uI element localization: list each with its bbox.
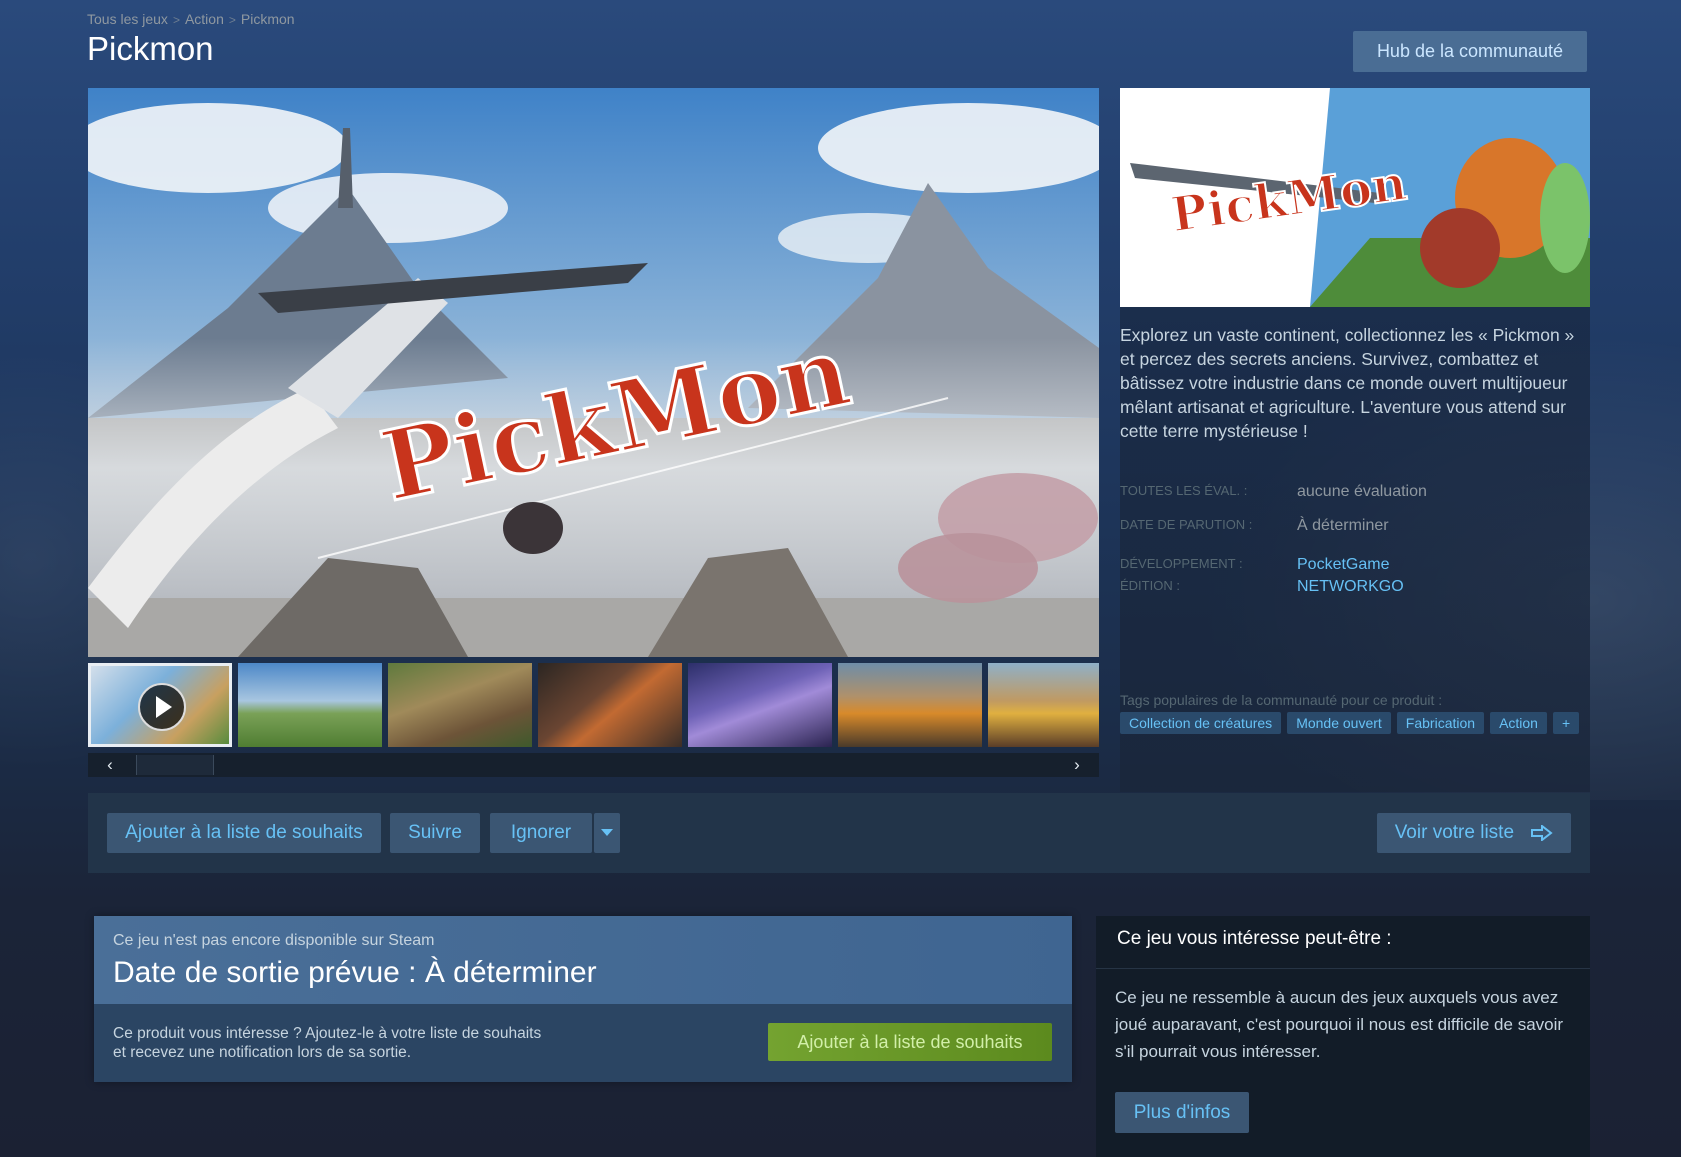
- thumbnail-strip: [88, 663, 1099, 747]
- publisher-label: ÉDITION :: [1120, 578, 1180, 593]
- thumbnail-4[interactable]: [538, 663, 682, 747]
- thumbnail-7[interactable]: [988, 663, 1099, 747]
- play-icon: [138, 683, 186, 731]
- developer-label: DÉVELOPPEMENT :: [1120, 556, 1243, 571]
- divider: [1096, 968, 1590, 969]
- recommendation-text: Ce jeu ne ressemble à aucun des jeux aux…: [1115, 988, 1564, 1061]
- thumbnail-5[interactable]: [688, 663, 832, 747]
- chevron-right-icon[interactable]: ›: [1055, 753, 1099, 777]
- recommendation-heading: Ce jeu vous intéresse peut-être :: [1117, 928, 1392, 949]
- thumbnail-2[interactable]: [238, 663, 382, 747]
- more-info-button[interactable]: Plus d'infos: [1115, 1092, 1249, 1133]
- arrow-right-icon: [1531, 823, 1553, 843]
- view-wishlist-button[interactable]: Voir votre liste: [1377, 813, 1571, 853]
- reviews-label: TOUTES LES ÉVAL. :: [1120, 483, 1248, 498]
- release-date-value: À déterminer: [1297, 517, 1389, 534]
- thumbnail-6[interactable]: [838, 663, 982, 747]
- main-media-screenshot[interactable]: PickMon: [88, 88, 1099, 657]
- tag-list: Collection de créatures Monde ouvert Fab…: [1120, 712, 1580, 734]
- follow-button[interactable]: Suivre: [390, 813, 480, 853]
- capsule-image: PickMon: [1120, 88, 1590, 307]
- breadcrumb-separator: >: [228, 13, 236, 27]
- thumbnail-scrollbar[interactable]: ‹ ›: [88, 753, 1099, 777]
- breadcrumb-pickmon[interactable]: Pickmon: [241, 11, 295, 27]
- breadcrumb-separator: >: [172, 13, 180, 27]
- not-available-notice: Ce jeu n'est pas encore disponible sur S…: [113, 932, 435, 949]
- release-date-label: DATE DE PARUTION :: [1120, 517, 1253, 532]
- breadcrumb-all-games[interactable]: Tous les jeux: [87, 11, 168, 27]
- breadcrumb: Tous les jeux > Action > Pickmon: [87, 11, 295, 27]
- planned-release-title: Date de sortie prévue : À déterminer: [113, 956, 597, 989]
- add-to-wishlist-button[interactable]: Ajouter à la liste de souhaits: [107, 813, 381, 853]
- reviews-value: aucune évaluation: [1297, 483, 1427, 500]
- ignore-dropdown-button[interactable]: [594, 813, 620, 853]
- breadcrumb-action[interactable]: Action: [185, 11, 224, 27]
- tags-heading: Tags populaires de la communauté pour ce…: [1120, 692, 1443, 708]
- tag-crafting[interactable]: Fabrication: [1396, 712, 1485, 734]
- action-bar: Ajouter à la liste de souhaits Suivre Ig…: [88, 793, 1590, 873]
- wishlist-notice: Ce produit vous intéresse ? Ajoutez-le à…: [113, 1025, 542, 1061]
- community-hub-button[interactable]: Hub de la communauté: [1353, 31, 1587, 72]
- scroll-handle[interactable]: [136, 755, 214, 775]
- thumbnail-3[interactable]: [388, 663, 532, 747]
- publisher-link[interactable]: NETWORKGO: [1297, 578, 1404, 596]
- release-info-box: Ce jeu n'est pas encore disponible sur S…: [94, 916, 1072, 1082]
- thumbnail-video[interactable]: [88, 663, 232, 747]
- developer-link[interactable]: PocketGame: [1297, 556, 1389, 574]
- chevron-left-icon[interactable]: ‹: [88, 753, 132, 777]
- add-to-wishlist-green-button[interactable]: Ajouter à la liste de souhaits: [768, 1023, 1052, 1061]
- view-wishlist-label: Voir votre liste: [1394, 822, 1515, 843]
- release-info-header: Ce jeu n'est pas encore disponible sur S…: [94, 916, 1072, 1004]
- ignore-button[interactable]: Ignorer: [490, 813, 592, 853]
- recommendation-box: Ce jeu vous intéresse peut-être : Ce jeu…: [1096, 916, 1590, 1157]
- tag-creature-collection[interactable]: Collection de créatures: [1120, 712, 1282, 734]
- tag-action[interactable]: Action: [1490, 712, 1547, 734]
- page-title: Pickmon: [87, 30, 214, 67]
- tag-more-button[interactable]: +: [1552, 712, 1580, 734]
- game-description: Explorez un vaste continent, collectionn…: [1120, 325, 1575, 441]
- tag-open-world[interactable]: Monde ouvert: [1287, 712, 1391, 734]
- caret-down-icon: [601, 829, 613, 837]
